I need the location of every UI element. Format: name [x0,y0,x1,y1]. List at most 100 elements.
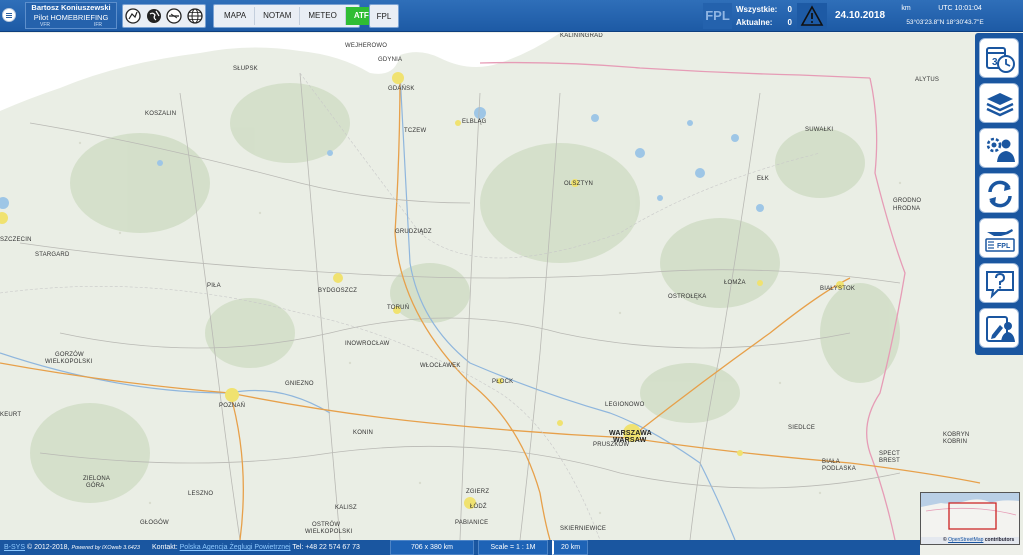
city-label: GRUDZIĄDZ [395,229,432,235]
rule-vfr: VFR [40,22,50,28]
top-bar: Bartosz Koniuszewski Pilot HOMEBRIEFING … [0,0,1023,32]
city-label: OLSZTYN [564,181,594,187]
copyright: B-SYS © 2012-2018, Powered by IXOweb 3.6… [4,544,140,551]
bsys-link[interactable]: B-SYS [4,544,25,551]
warning-icon [800,5,824,26]
overview-map[interactable]: © OpenStreetMap contributors [920,492,1020,545]
city-label: STARGARD [35,252,70,258]
user-box[interactable]: Bartosz Koniuszewski Pilot HOMEBRIEFING … [25,2,117,29]
rule-ifr: IFR [93,22,102,28]
city-label: WEJHEROWO [345,43,388,49]
user-role: Pilot HOMEBRIEFING [33,13,109,22]
city-label: OSTROŁĘKA [668,294,707,300]
all-value: 0 [787,5,792,14]
city-label: GDAŃSK [388,86,415,92]
city-label: BIAŁYSTOK [820,286,856,292]
city-label: WŁOCŁAWEK [420,363,461,369]
osm-link[interactable]: OpenStreetMap [948,537,983,543]
users-settings-button[interactable] [979,128,1019,168]
city-label: INOWROCŁAW [345,341,390,347]
help-button[interactable] [979,263,1019,303]
user-edit-icon [986,316,1015,342]
pansa-link[interactable]: Polska Agencja Żeglugi Powietrznej [180,544,291,551]
map-canvas[interactable]: WEJHEROWO GDYNIA GDAŃSK KALININGRAD SŁUP… [0,33,1023,540]
city-label: GÓRA [86,483,105,489]
warning-button[interactable] [797,3,827,29]
help-icon [986,271,1014,299]
city-label: KEURT [0,412,22,418]
city-label: WIELKOPOLSKI [45,359,93,365]
fpl-counters: Wszystkie: 0 Aktualne: 0 [734,3,794,29]
route-tool-icon[interactable] [125,8,141,24]
right-toolbar: 3 FPL [975,33,1023,355]
city-label: KALISZ [335,505,357,511]
map-scale: Scale = 1 : 1M [478,540,548,555]
user-name: Bartosz Koniuszewski [31,3,111,12]
city-label: PABIANICE [455,520,489,526]
city-label: LESZNO [188,491,214,497]
calendar-clock-icon: 3 [986,47,1015,73]
city-label: KOBRIN [943,439,968,445]
world-grid-icon[interactable] [187,8,203,24]
current-label: Aktualne: [736,18,773,27]
city-label: LEGIONOWO [605,402,645,408]
phone: Tel: +48 22 574 67 73 [292,544,360,551]
city-label: SZCZECIN [0,237,32,243]
city-label: ZIELONA [83,476,111,482]
fpl-mini-label: FPL [997,243,1011,250]
tab-fpl[interactable]: FPL [369,4,399,28]
city-label: GDYNIA [378,57,403,63]
city-label: TCZEW [404,128,427,134]
city-label: EŁK [757,176,769,182]
city-label: SKIERNIEWICE [560,526,607,532]
city-label: POZNAŃ [219,403,246,409]
unit-selector[interactable]: km [893,3,919,15]
fpl-indicator[interactable]: FPL [703,3,732,29]
city-label: ZGIERZ [466,489,490,495]
utc-clock: UTC 10:01:04 [938,5,982,12]
tool-icon-group [122,4,206,28]
user-profile-button[interactable] [979,308,1019,348]
all-label: Wszystkie: [736,5,778,14]
tab-meteo[interactable]: METEO [300,7,346,25]
city-label: PŁOCK [492,379,514,385]
city-label: WIELKOPOLSKI [305,529,353,535]
city-label: SŁUPSK [233,66,258,72]
airplane-fpl-icon: FPL [985,229,1015,252]
city-label: BIAŁA [822,459,841,465]
cursor-coordinates: 53°03'23.8"N 18°30'43.7"E [906,19,984,26]
city-label: SUWAŁKI [805,127,834,133]
no-fly-icon[interactable] [166,8,182,24]
city-label: GNIEZNO [285,381,314,387]
main-tabs: MAPA NOTAM METEO ATFM [213,4,384,28]
city-label: ALYTUS [915,77,940,83]
layers-icon [986,93,1014,117]
city-label: GRODNO [893,198,922,204]
city-label: PIŁA [207,283,221,289]
globe-icon[interactable] [146,8,162,24]
city-label: KONIN [353,430,374,436]
users-gear-icon [986,137,1015,162]
city-label: KOBRYN [943,432,970,438]
powered-by: Powered by IXOweb 3.6423 [71,545,140,551]
city-label: GŁOGÓW [140,520,169,526]
contact: Kontakt: Polska Agencja Żeglugi Powietrz… [152,544,360,551]
tab-notam[interactable]: NOTAM [255,7,301,25]
city-label-capital: WARSZAWA [609,430,652,437]
current-value: 0 [787,18,792,27]
flight-plan-button[interactable]: FPL [979,218,1019,258]
city-label: ŁÓDŹ [470,504,487,510]
svg-text:3: 3 [992,57,998,68]
map-base [0,33,1023,540]
city-label: KOSZALIN [145,111,177,117]
refresh-button[interactable] [979,173,1019,213]
schedule-button[interactable]: 3 [979,38,1019,78]
menu-icon[interactable] [2,8,16,22]
city-label: PRUSZKÓW [593,442,630,448]
status-bar: B-SYS © 2012-2018, Powered by IXOweb 3.6… [0,540,920,555]
city-label: SPECT [879,451,901,457]
layers-button[interactable] [979,83,1019,123]
tab-mapa[interactable]: MAPA [216,7,256,25]
osm-credit: © OpenStreetMap contributors [943,537,1015,543]
city-label: GORZÓW [55,352,84,358]
